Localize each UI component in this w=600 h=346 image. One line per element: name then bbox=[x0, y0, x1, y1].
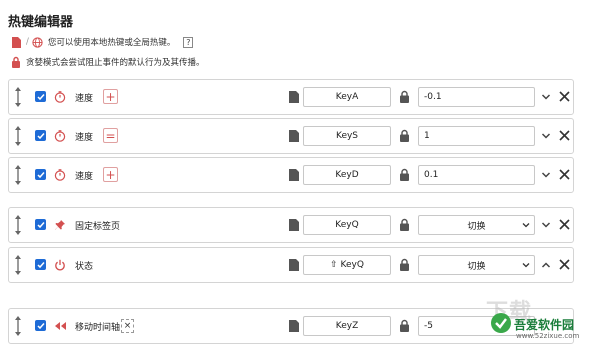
hotkey-row: 速度 = KeyS 1 bbox=[8, 118, 574, 154]
key-input[interactable]: ⇧ KeyQ bbox=[303, 255, 391, 275]
lock-icon bbox=[10, 56, 22, 68]
remove-option-button[interactable]: × bbox=[121, 319, 134, 333]
lock-icon[interactable] bbox=[399, 218, 410, 231]
chevron-down-icon bbox=[522, 223, 530, 228]
enable-checkbox[interactable] bbox=[35, 130, 46, 141]
globe-icon bbox=[32, 36, 44, 48]
slash-divider: / bbox=[26, 37, 29, 47]
info-local-global: / 您可以使用本地热键或全局热键。 ? bbox=[10, 35, 194, 49]
action-label: 移动时间轴 bbox=[75, 323, 121, 333]
close-icon[interactable] bbox=[559, 91, 570, 102]
action-label: 速度 bbox=[75, 172, 94, 182]
key-input[interactable]: KeyA bbox=[303, 87, 391, 107]
chevron-down-icon[interactable] bbox=[541, 220, 551, 230]
lock-icon[interactable] bbox=[399, 319, 410, 332]
file-icon bbox=[10, 36, 22, 48]
file-icon[interactable] bbox=[289, 219, 299, 231]
drag-handle-icon[interactable] bbox=[13, 315, 23, 337]
timer-icon bbox=[53, 168, 67, 182]
action-label: 固定标签页 bbox=[75, 222, 121, 232]
drag-handle-icon[interactable] bbox=[13, 125, 23, 147]
hotkey-row: 固定标签页 KeyQ 切换 bbox=[8, 207, 574, 243]
watermark-logo-icon bbox=[491, 313, 511, 333]
operator-button[interactable]: + bbox=[103, 89, 118, 104]
pin-icon bbox=[53, 218, 67, 232]
key-input[interactable]: KeyD bbox=[303, 165, 391, 185]
operator-button[interactable]: + bbox=[103, 167, 118, 182]
watermark-brand: 吾爱软件园 bbox=[514, 318, 575, 332]
action-label: 状态 bbox=[75, 262, 94, 272]
enable-checkbox[interactable] bbox=[35, 259, 46, 270]
close-icon[interactable] bbox=[559, 259, 570, 270]
action-label: 速度 bbox=[75, 133, 94, 143]
timer-icon bbox=[53, 129, 67, 143]
lock-icon[interactable] bbox=[399, 129, 410, 142]
chevron-down-icon[interactable] bbox=[541, 131, 551, 141]
info-greedy-mode: 贪婪模式会尝试阻止事件的默认行为及其传播。 bbox=[10, 55, 205, 69]
rewind-icon bbox=[53, 319, 67, 333]
close-icon[interactable] bbox=[559, 130, 570, 141]
page-title: 热键编辑器 bbox=[8, 15, 74, 30]
watermark-url: www.52zixue.com bbox=[516, 332, 580, 340]
enable-checkbox[interactable] bbox=[35, 320, 46, 331]
help-button[interactable]: ? bbox=[183, 36, 194, 48]
close-icon[interactable] bbox=[559, 169, 570, 180]
drag-handle-icon[interactable] bbox=[13, 214, 23, 236]
chevron-down-icon[interactable] bbox=[541, 92, 551, 102]
hotkey-row: 状态 ⇧ KeyQ 切换 bbox=[8, 247, 574, 283]
mode-select[interactable]: 切换 bbox=[418, 215, 535, 235]
info-text-1: 您可以使用本地热键或全局热键。 bbox=[47, 38, 176, 48]
enable-checkbox[interactable] bbox=[35, 169, 46, 180]
drag-handle-icon[interactable] bbox=[13, 254, 23, 276]
close-icon[interactable] bbox=[559, 219, 570, 230]
mode-select-value: 切换 bbox=[467, 261, 486, 272]
hotkey-row: 速度 + KeyD 0.1 bbox=[8, 157, 574, 193]
lock-icon[interactable] bbox=[399, 258, 410, 271]
enable-checkbox[interactable] bbox=[35, 91, 46, 102]
timer-icon bbox=[53, 90, 67, 104]
file-icon[interactable] bbox=[289, 320, 299, 332]
drag-handle-icon[interactable] bbox=[13, 86, 23, 108]
key-input[interactable]: KeyQ bbox=[303, 215, 391, 235]
chevron-up-icon[interactable] bbox=[541, 260, 551, 270]
lock-icon[interactable] bbox=[399, 168, 410, 181]
key-input[interactable]: KeyZ bbox=[303, 316, 391, 336]
chevron-down-icon[interactable] bbox=[541, 170, 551, 180]
value-input[interactable]: -0.1 bbox=[418, 87, 535, 107]
action-label: 速度 bbox=[75, 94, 94, 104]
value-input[interactable]: 0.1 bbox=[418, 165, 535, 185]
key-input[interactable]: KeyS bbox=[303, 126, 391, 146]
mode-select[interactable]: 切换 bbox=[418, 255, 535, 275]
operator-button[interactable]: = bbox=[103, 128, 118, 143]
value-input[interactable]: 1 bbox=[418, 126, 535, 146]
drag-handle-icon[interactable] bbox=[13, 164, 23, 186]
power-icon bbox=[53, 258, 67, 272]
file-icon[interactable] bbox=[289, 130, 299, 142]
lock-icon[interactable] bbox=[399, 90, 410, 103]
file-icon[interactable] bbox=[289, 169, 299, 181]
mode-select-value: 切换 bbox=[467, 221, 486, 232]
info-text-2: 贪婪模式会尝试阻止事件的默认行为及其传播。 bbox=[26, 58, 205, 68]
chevron-down-icon bbox=[522, 263, 530, 268]
file-icon[interactable] bbox=[289, 91, 299, 103]
hotkey-editor-page: 热键编辑器 / 您可以使用本地热键或全局热键。 ? 贪婪模式会尝试阻止事件的默认… bbox=[0, 0, 600, 346]
file-icon[interactable] bbox=[289, 259, 299, 271]
enable-checkbox[interactable] bbox=[35, 219, 46, 230]
hotkey-row: 速度 + KeyA -0.1 bbox=[8, 79, 574, 115]
